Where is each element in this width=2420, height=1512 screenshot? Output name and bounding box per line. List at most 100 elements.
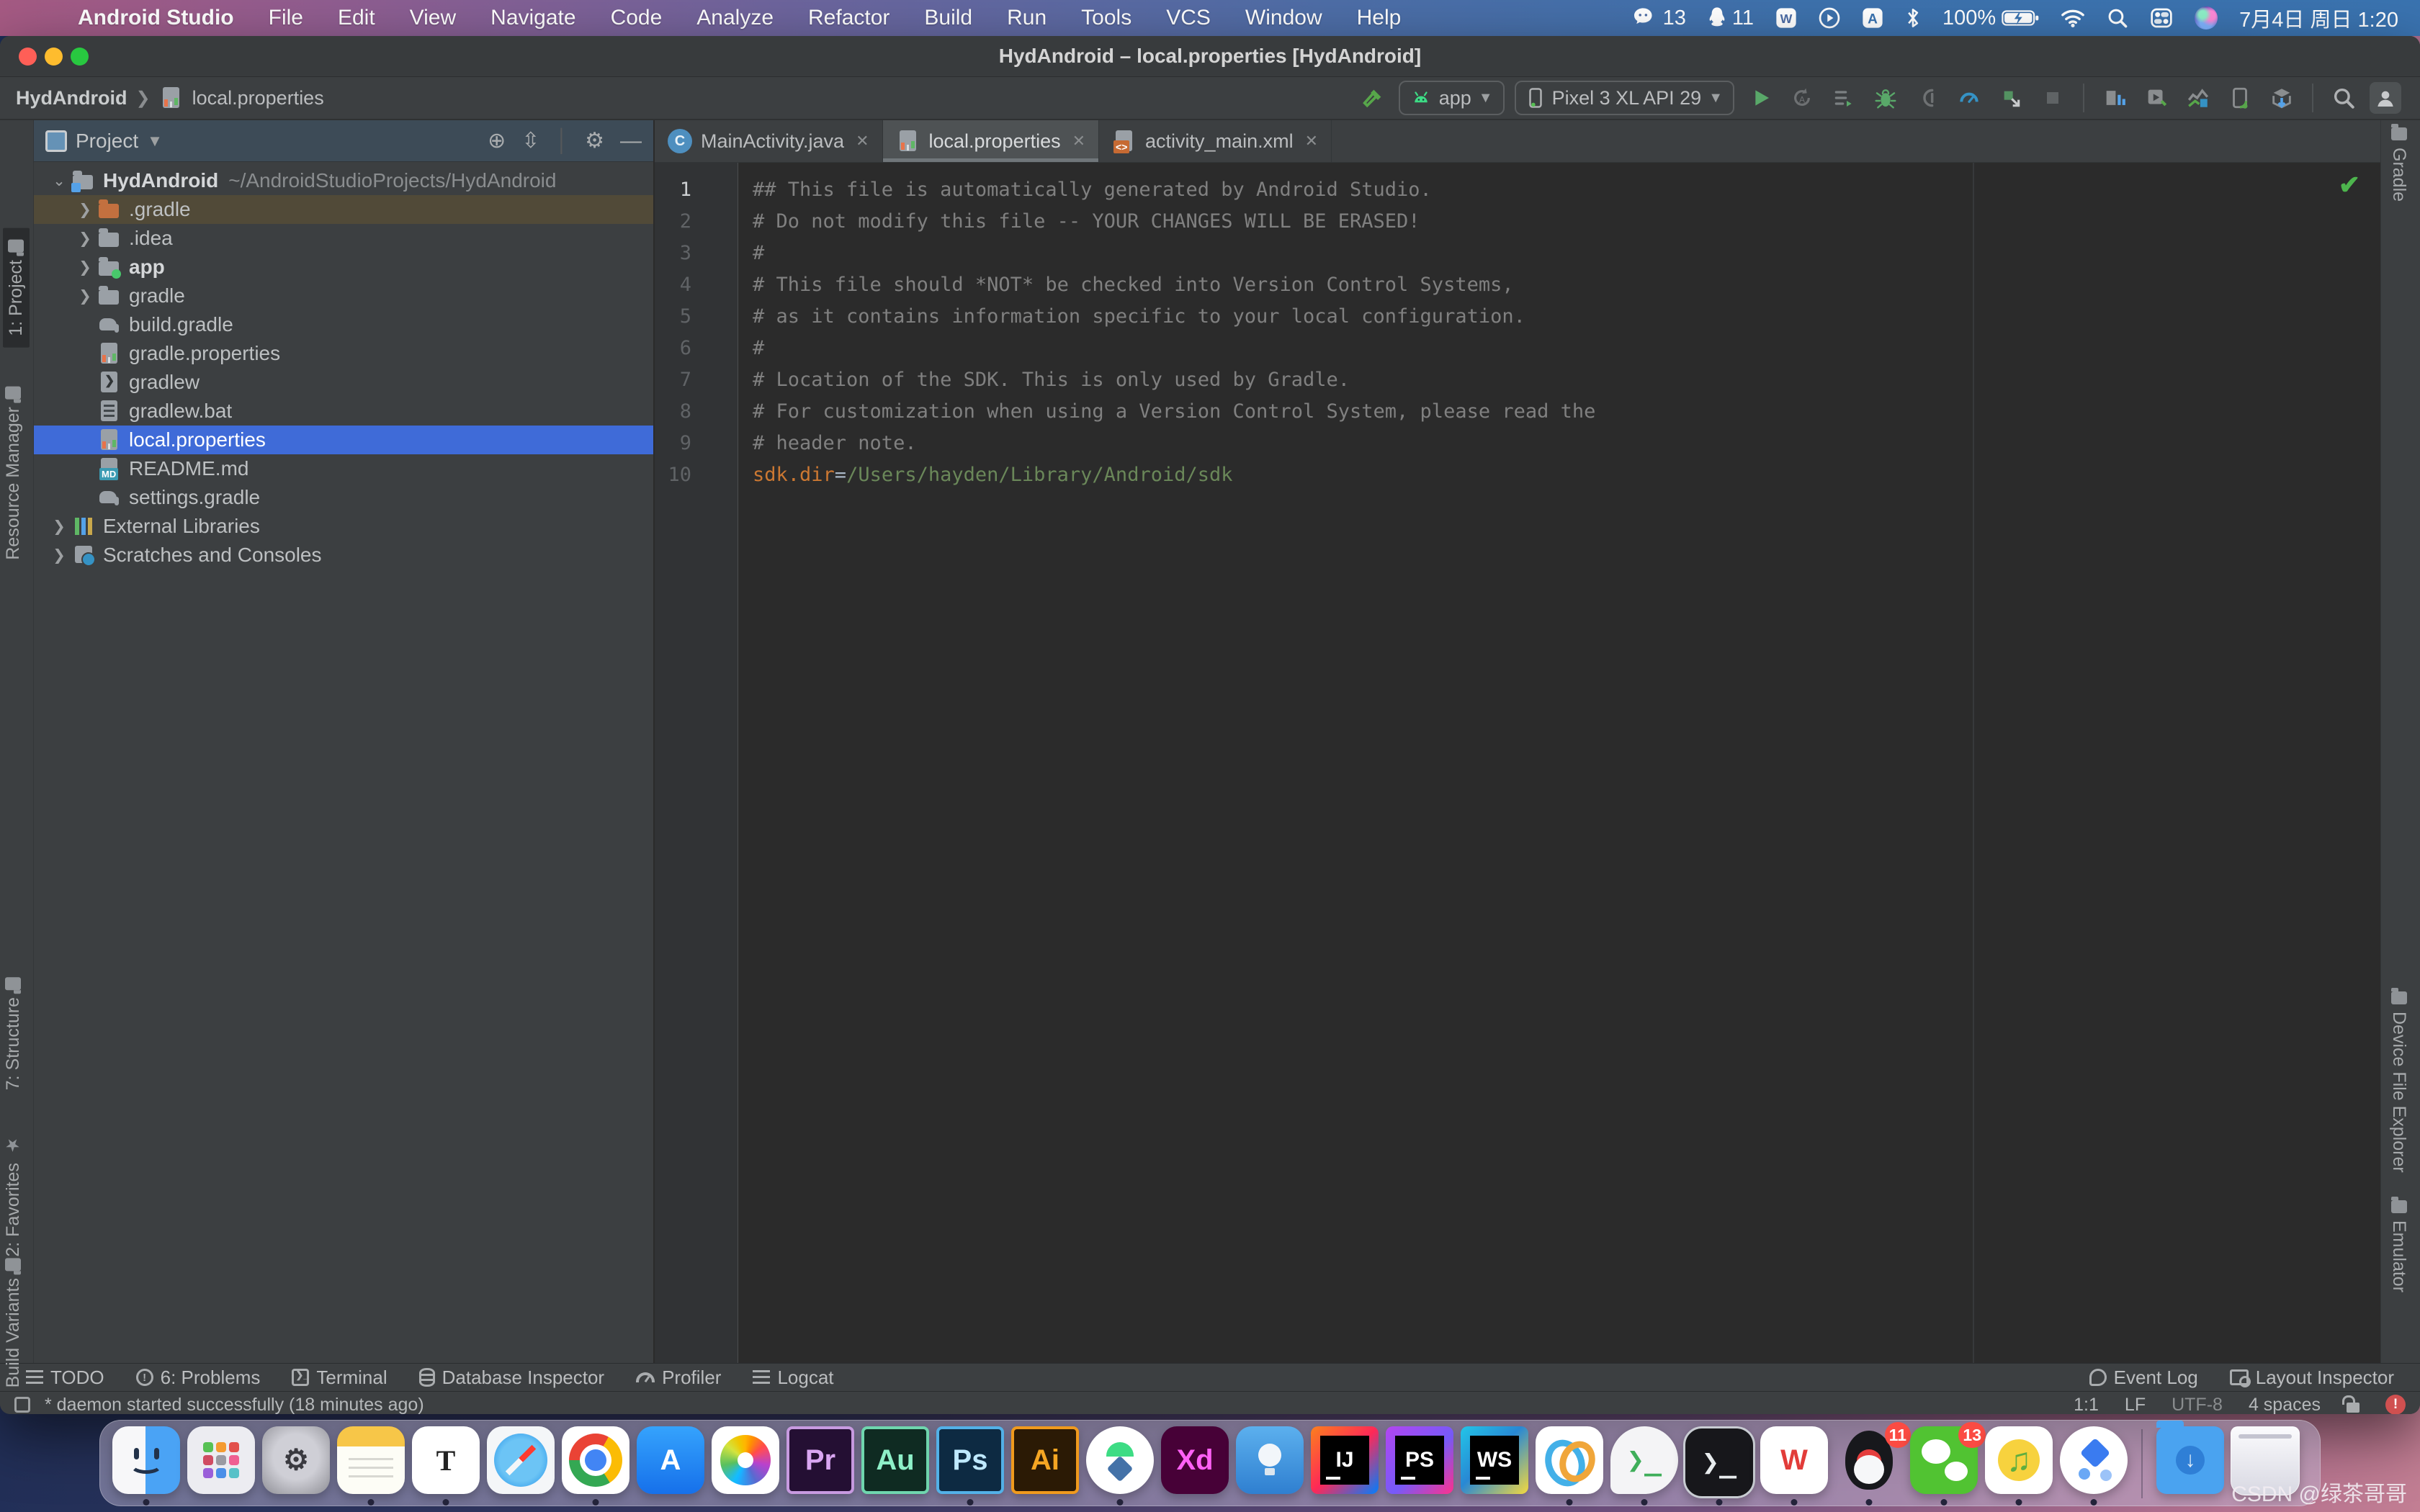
dock-item-textedit[interactable]: T (408, 1425, 483, 1506)
spotlight-search-icon[interactable] (2107, 7, 2128, 29)
tab-close-icon[interactable]: ✕ (1305, 132, 1318, 150)
tool-window-button-layout-inspector[interactable]: Layout Inspector (2230, 1367, 2394, 1389)
breadcrumb-file[interactable]: local.properties (192, 87, 324, 109)
tool-button--favorites[interactable]: 2: Favorites★ (3, 1135, 24, 1257)
hide-panel-button[interactable]: — (620, 129, 642, 153)
menu-clock[interactable]: 7月4日 周日 1:20 (2239, 3, 2398, 33)
run-configuration-select[interactable]: app ▼ (1399, 81, 1505, 115)
tree-chevron-icon[interactable]: ⌄ (47, 172, 71, 190)
collapse-all-button[interactable]: ⇳ (521, 128, 539, 153)
dock-item-chrome[interactable] (558, 1425, 633, 1506)
tree-row[interactable]: ❯Scratches and Consoles (34, 541, 653, 570)
device-select[interactable]: Pixel 3 XL API 29 ▼ (1515, 81, 1734, 115)
dock-item-photoshop[interactable]: Ps (933, 1425, 1008, 1506)
dock-item-premiere-pro[interactable]: Pr (783, 1425, 858, 1506)
menu-code[interactable]: Code (593, 6, 680, 30)
tree-row[interactable]: settings.gradle (34, 483, 653, 512)
dock-item-system-preferences[interactable]: ⚙ (259, 1425, 333, 1506)
dock-item-notes[interactable] (333, 1425, 408, 1506)
tree-chevron-icon[interactable]: ❯ (73, 258, 97, 276)
menu-vcs[interactable]: VCS (1149, 6, 1228, 30)
dock-item-illustrator[interactable]: Ai (1008, 1425, 1083, 1506)
dock-item-qq-music[interactable] (1981, 1425, 2056, 1506)
tab-close-icon[interactable]: ✕ (1072, 132, 1085, 150)
caret-position[interactable]: 1:1 (2074, 1395, 2099, 1415)
tool-window-toggle-icon[interactable] (14, 1397, 30, 1413)
dock-item-safari[interactable] (483, 1425, 558, 1506)
project-panel-title[interactable]: Project (76, 130, 138, 153)
bluetooth-icon[interactable] (1905, 6, 1921, 30)
code-area[interactable]: ## This file is automatically generated … (738, 163, 2380, 1363)
tool-window-button-logcat[interactable]: Logcat (753, 1367, 833, 1389)
app-menu[interactable]: Android Studio (60, 6, 251, 30)
wechat-status[interactable]: 13 (1633, 6, 1686, 30)
dock-item-intellij-idea[interactable]: IJ (1307, 1425, 1382, 1506)
tree-row[interactable]: ⌄HydAndroid~/AndroidStudioProjects/HydAn… (34, 166, 653, 195)
dock-item-audition[interactable]: Au (858, 1425, 933, 1506)
tool-window-button-event-log[interactable]: Event Log (2089, 1367, 2198, 1389)
run-with-coverage-button[interactable] (1828, 82, 1860, 114)
dock-item-android-studio[interactable] (1083, 1425, 1157, 1506)
menu-file[interactable]: File (251, 6, 321, 30)
tree-row[interactable]: ❯gradle (34, 282, 653, 310)
tool-button-gradle[interactable]: Gradle (2388, 127, 2409, 202)
status-message[interactable]: * daemon started successfully (18 minute… (45, 1395, 424, 1415)
tool-button--project[interactable]: 1: Project (3, 228, 30, 348)
dock-item-photos[interactable] (708, 1425, 783, 1506)
tab-activity_main.xml[interactable]: activity_main.xml✕ (1099, 120, 1332, 162)
tree-row[interactable]: gradle.properties (34, 339, 653, 368)
tool-button-resource-manager[interactable]: Resource Manager (3, 387, 24, 560)
tree-row[interactable]: ❯app (34, 253, 653, 282)
tool-window-button-profiler[interactable]: Profiler (636, 1367, 721, 1389)
word-menu-icon[interactable]: W (1775, 7, 1797, 29)
battery-status[interactable]: 100% (1942, 6, 2039, 30)
dock-item-lanhu[interactable] (2056, 1425, 2131, 1506)
tree-row[interactable]: gradlew.bat (34, 397, 653, 426)
tool-button--structure[interactable]: 7: Structure (3, 977, 24, 1090)
make-project-button[interactable] (1357, 82, 1389, 114)
dock-item-app-store[interactable]: A (633, 1425, 708, 1506)
dock-item-pxcook[interactable] (1232, 1425, 1307, 1506)
qq-status[interactable]: 11 (1708, 6, 1754, 30)
dock-item-downloads[interactable] (2153, 1425, 2228, 1506)
editor[interactable]: 12345678910 ## This file is automaticall… (655, 163, 2380, 1363)
device-manager-button[interactable] (2099, 82, 2130, 114)
tree-chevron-icon[interactable]: ❯ (47, 546, 71, 564)
breadcrumb-project[interactable]: HydAndroid (16, 87, 127, 109)
dock-item-phpstorm[interactable]: PS (1382, 1425, 1457, 1506)
search-everywhere-button[interactable] (2328, 82, 2360, 114)
menu-build[interactable]: Build (907, 6, 990, 30)
tree-chevron-icon[interactable]: ❯ (73, 201, 97, 219)
menu-view[interactable]: View (393, 6, 473, 30)
dock-item-navicat[interactable] (1532, 1425, 1607, 1506)
tree-chevron-icon[interactable]: ❯ (47, 518, 71, 536)
tool-window-button-terminal[interactable]: Terminal (292, 1367, 387, 1389)
menu-tools[interactable]: Tools (1064, 6, 1149, 30)
file-encoding[interactable]: UTF-8 (2172, 1395, 2223, 1415)
chevron-down-icon[interactable]: ▼ (147, 132, 163, 150)
tab-MainActivity.java[interactable]: MainActivity.java✕ (655, 120, 883, 162)
wifi-icon[interactable] (2061, 8, 2085, 28)
layout-inspector-button[interactable] (2224, 82, 2256, 114)
tool-window-button--problems[interactable]: !6: Problems (136, 1367, 261, 1389)
tree-row[interactable]: gradlew (34, 368, 653, 397)
tree-row[interactable]: ❯.gradle (34, 195, 653, 224)
highlight-level-icon[interactable]: ! (2385, 1395, 2406, 1414)
dock-item-iterm[interactable]: ❯_ (1682, 1425, 1757, 1506)
profile-app-button[interactable] (1953, 82, 1985, 114)
tree-chevron-icon[interactable]: ❯ (73, 230, 97, 248)
menu-edit[interactable]: Edit (321, 6, 393, 30)
tree-row[interactable]: build.gradle (34, 310, 653, 339)
avd-manager-button[interactable] (2141, 82, 2172, 114)
locate-file-button[interactable]: ⊕ (488, 128, 506, 153)
tab-local.properties[interactable]: local.properties✕ (883, 120, 1100, 162)
menu-analyze[interactable]: Analyze (679, 6, 791, 30)
tool-button-device-file-explorer[interactable]: Device File Explorer (2388, 991, 2409, 1173)
dock-item-qq[interactable]: 11 (1832, 1425, 1906, 1506)
apply-code-changes-button[interactable] (1995, 82, 2027, 114)
dock-item-wps-office[interactable]: W (1757, 1425, 1832, 1506)
debug-button[interactable] (1870, 82, 1901, 114)
control-center-icon[interactable] (2150, 7, 2173, 29)
tree-chevron-icon[interactable]: ❯ (73, 287, 97, 305)
stop-button[interactable] (2037, 82, 2069, 114)
